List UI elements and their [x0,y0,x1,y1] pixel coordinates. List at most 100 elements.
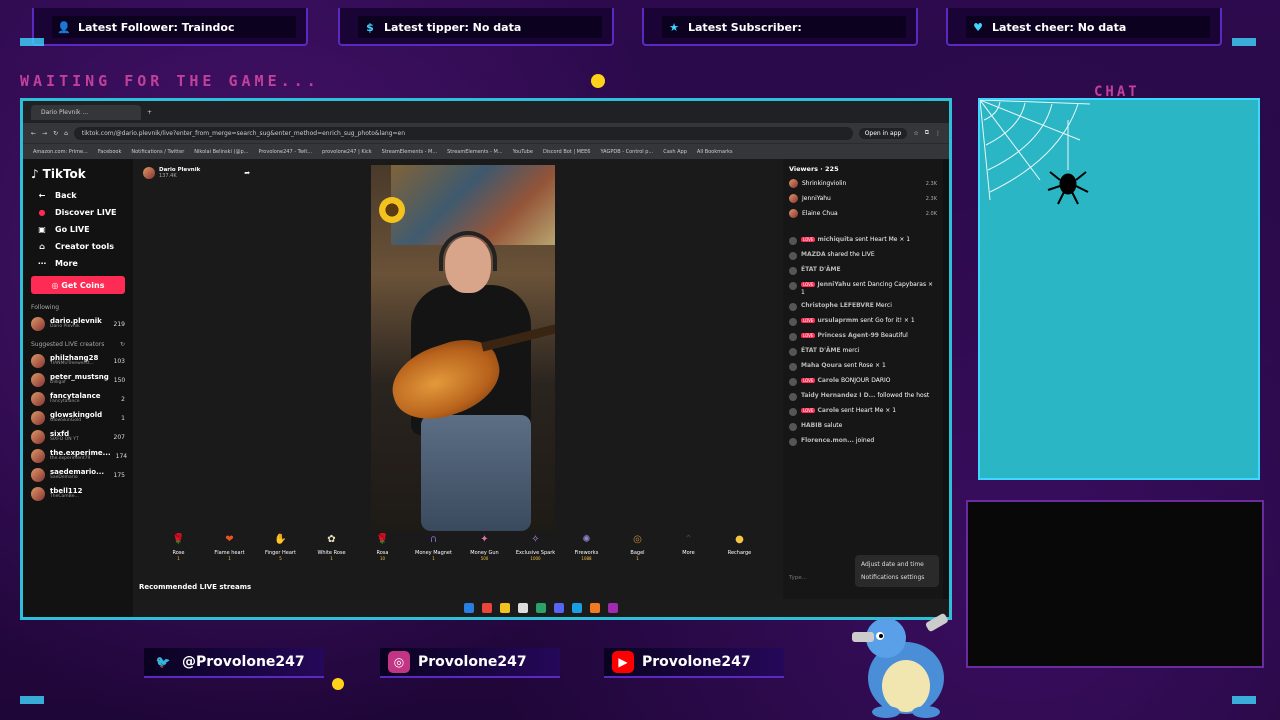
suggested-item[interactable]: tbell112 TheCamBe... [31,487,125,501]
home-icon[interactable]: ⌂ [64,130,68,137]
bookmark-item[interactable]: Notifications / Twitter [131,149,184,155]
recommended-heading: Recommended LIVE streams [139,583,252,591]
url-field[interactable]: tiktok.com/@dario.plevnik/live?enter_fro… [73,126,853,140]
gift-item[interactable]: ⌃ More [664,531,714,557]
chat-username[interactable]: HABIB [801,422,822,429]
nav-go-live[interactable]: ▣ Go LIVE [37,225,125,234]
chat-message[interactable]: LOVE ursulaprmm sent Go for it! × 1 [789,317,937,326]
new-tab-icon[interactable]: + [147,109,152,116]
chrome-icon[interactable] [482,603,492,613]
star-bookmark-icon[interactable]: ☆ [913,130,918,137]
gift-item[interactable]: ✦ Money Gun 500 [460,531,510,562]
bookmark-item[interactable]: Facebook [98,149,122,155]
store-icon[interactable] [518,603,528,613]
forward-arrow-icon[interactable]: → [42,130,47,137]
suggested-item[interactable]: fancytalance Fancytalance 2 [31,392,125,406]
chat-message[interactable]: LOVE JenniYahu sent Dancing Capybaras × 1 [789,281,937,296]
chat-message[interactable]: Florence.mon... joined [789,437,937,446]
bookmark-item[interactable]: Amazon.com: Prime... [33,149,88,155]
bookmark-item[interactable]: StreamElements - M... [382,149,437,155]
chat-message[interactable]: ÉTAT D'ÂME [789,266,937,275]
suggested-item[interactable]: saedemario... SaeDemario 175 [31,468,125,482]
discord-icon[interactable] [554,603,564,613]
nav-creator-tools[interactable]: ⌂ Creator tools [37,242,125,251]
chat-message[interactable]: Christophe LEFEBVRE Merci [789,302,937,311]
chat-username[interactable]: ursulaprmm [817,317,858,324]
chat-input[interactable]: Type... [789,575,807,581]
bookmark-item[interactable]: Nikolai Belinski (@p... [194,149,248,155]
gift-item[interactable]: ✧ Exclusive Spark 1000 [511,531,561,562]
app-icon[interactable] [590,603,600,613]
nav-more[interactable]: ⋯ More [37,259,125,268]
chat-message[interactable]: HABIB salute [789,422,937,431]
chat-message[interactable]: Taidy Hernandez I D... followed the host [789,392,937,401]
open-in-app-button[interactable]: Open in app [858,127,908,139]
chat-username[interactable]: Christophe LEFEBVRE [801,302,874,309]
chat-message[interactable]: LOVE Princess Agent-99 Beautiful [789,332,937,341]
gift-item[interactable]: ● Recharge [715,531,765,557]
menu-icon[interactable]: ⋮ [935,130,941,137]
viewer-row[interactable]: Elaine Chua 2.0K [789,209,937,218]
chat-username[interactable]: Maha Qoura [801,362,842,369]
back-arrow-icon[interactable]: ← [31,130,36,137]
share-icon[interactable]: ➦ [244,169,250,177]
chat-username[interactable]: ÉTAT D'ÂME [801,347,841,354]
chat-message[interactable]: LOVE Carole sent Heart Me × 1 [789,407,937,416]
chat-message[interactable]: ÉTAT D'ÂME merci [789,347,937,356]
viewer-row[interactable]: JenniYahu 2.3K [789,194,937,203]
host-info[interactable]: Dario Plevnik 137.4K ➦ [143,167,250,179]
bookmark-item[interactable]: Provolone247 - Twit... [258,149,312,155]
chat-username[interactable]: Carole [817,407,839,414]
bookmark-item[interactable]: YAGPDB - Control p... [600,149,653,155]
obs-icon[interactable] [608,603,618,613]
windows-start-icon[interactable] [464,603,474,613]
refresh-icon[interactable]: ↻ [120,341,125,348]
suggested-item[interactable]: the.experime... the.experiment79 174 [31,449,127,463]
following-item[interactable]: dario.plevnik Dario Plevnik 219 [31,317,125,331]
nav-back[interactable]: ← Back [37,191,125,200]
chat-username[interactable]: MAZDA [801,251,826,258]
tiktok-logo[interactable]: ♪ TikTok [31,167,125,181]
suggested-item[interactable]: sixfd SIXFD ON YT 207 [31,430,125,444]
chat-username[interactable]: Taidy Hernandez I D... [801,392,875,399]
gift-item[interactable]: 🌹 Rose 1 [154,531,204,562]
gift-item[interactable]: ◎ Bagel 1 [613,531,663,562]
gift-item[interactable]: ✿ White Rose 1 [307,531,357,562]
bookmark-item[interactable]: YouTube [513,149,533,155]
chat-username[interactable]: ÉTAT D'ÂME [801,266,841,273]
chat-message[interactable]: MAZDA shared the LIVE [789,251,937,260]
extensions-icon[interactable]: ⧉ [925,129,929,137]
browser-tab[interactable]: Dario Plevnik ... [31,104,141,120]
bookmark-item[interactable]: Cash App [663,149,687,155]
chat-username[interactable]: michiquita [817,236,853,243]
gift-item[interactable]: ✋ Finger Heart 5 [256,531,306,562]
chat-username[interactable]: Carole [817,377,839,384]
bookmark-item[interactable]: provolone247 | Kick [322,149,372,155]
gift-item[interactable]: ∩ Money Magnet 1 [409,531,459,562]
spotify-icon[interactable] [536,603,546,613]
reload-icon[interactable]: ↻ [53,130,58,137]
chat-message[interactable]: Maha Qoura sent Rose × 1 [789,362,937,371]
bookmark-item[interactable]: Discord Bot | MEE6 [543,149,591,155]
chat-username[interactable]: Florence.mon... [801,437,854,444]
live-video[interactable] [371,165,555,531]
suggested-item[interactable]: philzhang28 TIANMUTreewerst... 103 [31,354,125,368]
chat-username[interactable]: JenniYahu [817,281,850,288]
steam-icon[interactable] [572,603,582,613]
suggested-item[interactable]: peter_mustsng Dilligaf 150 [31,373,125,387]
menu-item-adjust-date[interactable]: Adjust date and time [861,558,933,571]
get-coins-button[interactable]: ◎ Get Coins [31,276,125,294]
gift-item[interactable]: ❤ Flame heart 1 [205,531,255,562]
bookmark-item[interactable]: StreamElements - M... [447,149,502,155]
gift-item[interactable]: 🌹 Rosa 10 [358,531,408,562]
menu-item-notifications[interactable]: Notifications settings [861,571,933,584]
gift-item[interactable]: ✺ Fireworks 1088 [562,531,612,562]
chat-message[interactable]: LOVE Carole BONJOUR DARIO [789,377,937,386]
bookmark-item[interactable]: All Bookmarks [697,149,733,155]
chat-message[interactable]: LOVE michiquita sent Heart Me × 1 [789,236,937,245]
viewer-row[interactable]: Shrinkingviolin 2.3K [789,179,937,188]
folder-icon[interactable] [500,603,510,613]
chat-username[interactable]: Princess Agent-99 [817,332,879,339]
nav-discover-live[interactable]: ● Discover LIVE [37,208,125,217]
suggested-item[interactable]: glowskingold GlowSkinGold 1 [31,411,125,425]
